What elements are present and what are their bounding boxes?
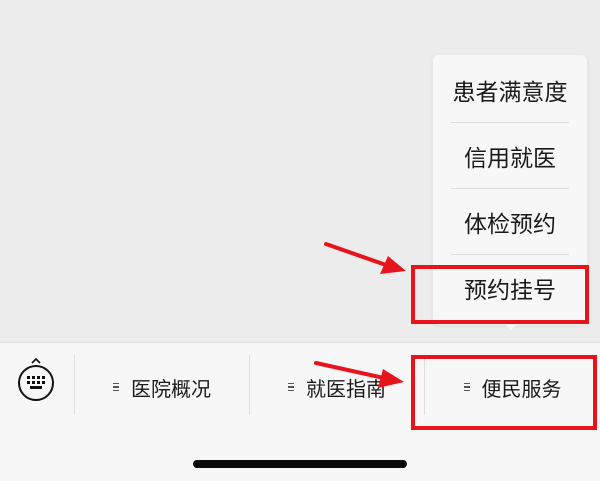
highlight-box-convenience bbox=[411, 355, 597, 430]
menu-icon bbox=[288, 381, 294, 394]
chevron-up-icon bbox=[31, 358, 41, 364]
menu-item-label: 信用就医 bbox=[464, 146, 556, 172]
arrow-icon bbox=[324, 242, 406, 274]
highlight-box-appointment bbox=[411, 265, 589, 324]
home-indicator[interactable] bbox=[193, 460, 407, 468]
tab-label: 医院概况 bbox=[131, 376, 211, 401]
menu-icon bbox=[113, 381, 119, 394]
keyboard-toggle-button[interactable] bbox=[18, 365, 54, 401]
arrow-icon bbox=[314, 361, 404, 388]
submenu-pointer bbox=[504, 323, 518, 330]
keyboard-icon bbox=[27, 376, 45, 389]
menu-item-label: 体检预约 bbox=[464, 212, 556, 238]
menu-item-credit-medical[interactable]: 信用就医 bbox=[433, 123, 587, 189]
tab-hospital-overview[interactable]: 医院概况 bbox=[75, 343, 249, 431]
menu-item-physical-exam[interactable]: 体检预约 bbox=[433, 189, 587, 255]
menu-item-patient-satisfaction[interactable]: 患者满意度 bbox=[433, 57, 587, 123]
safe-area-bottom bbox=[0, 430, 600, 481]
menu-item-label: 患者满意度 bbox=[452, 80, 568, 106]
